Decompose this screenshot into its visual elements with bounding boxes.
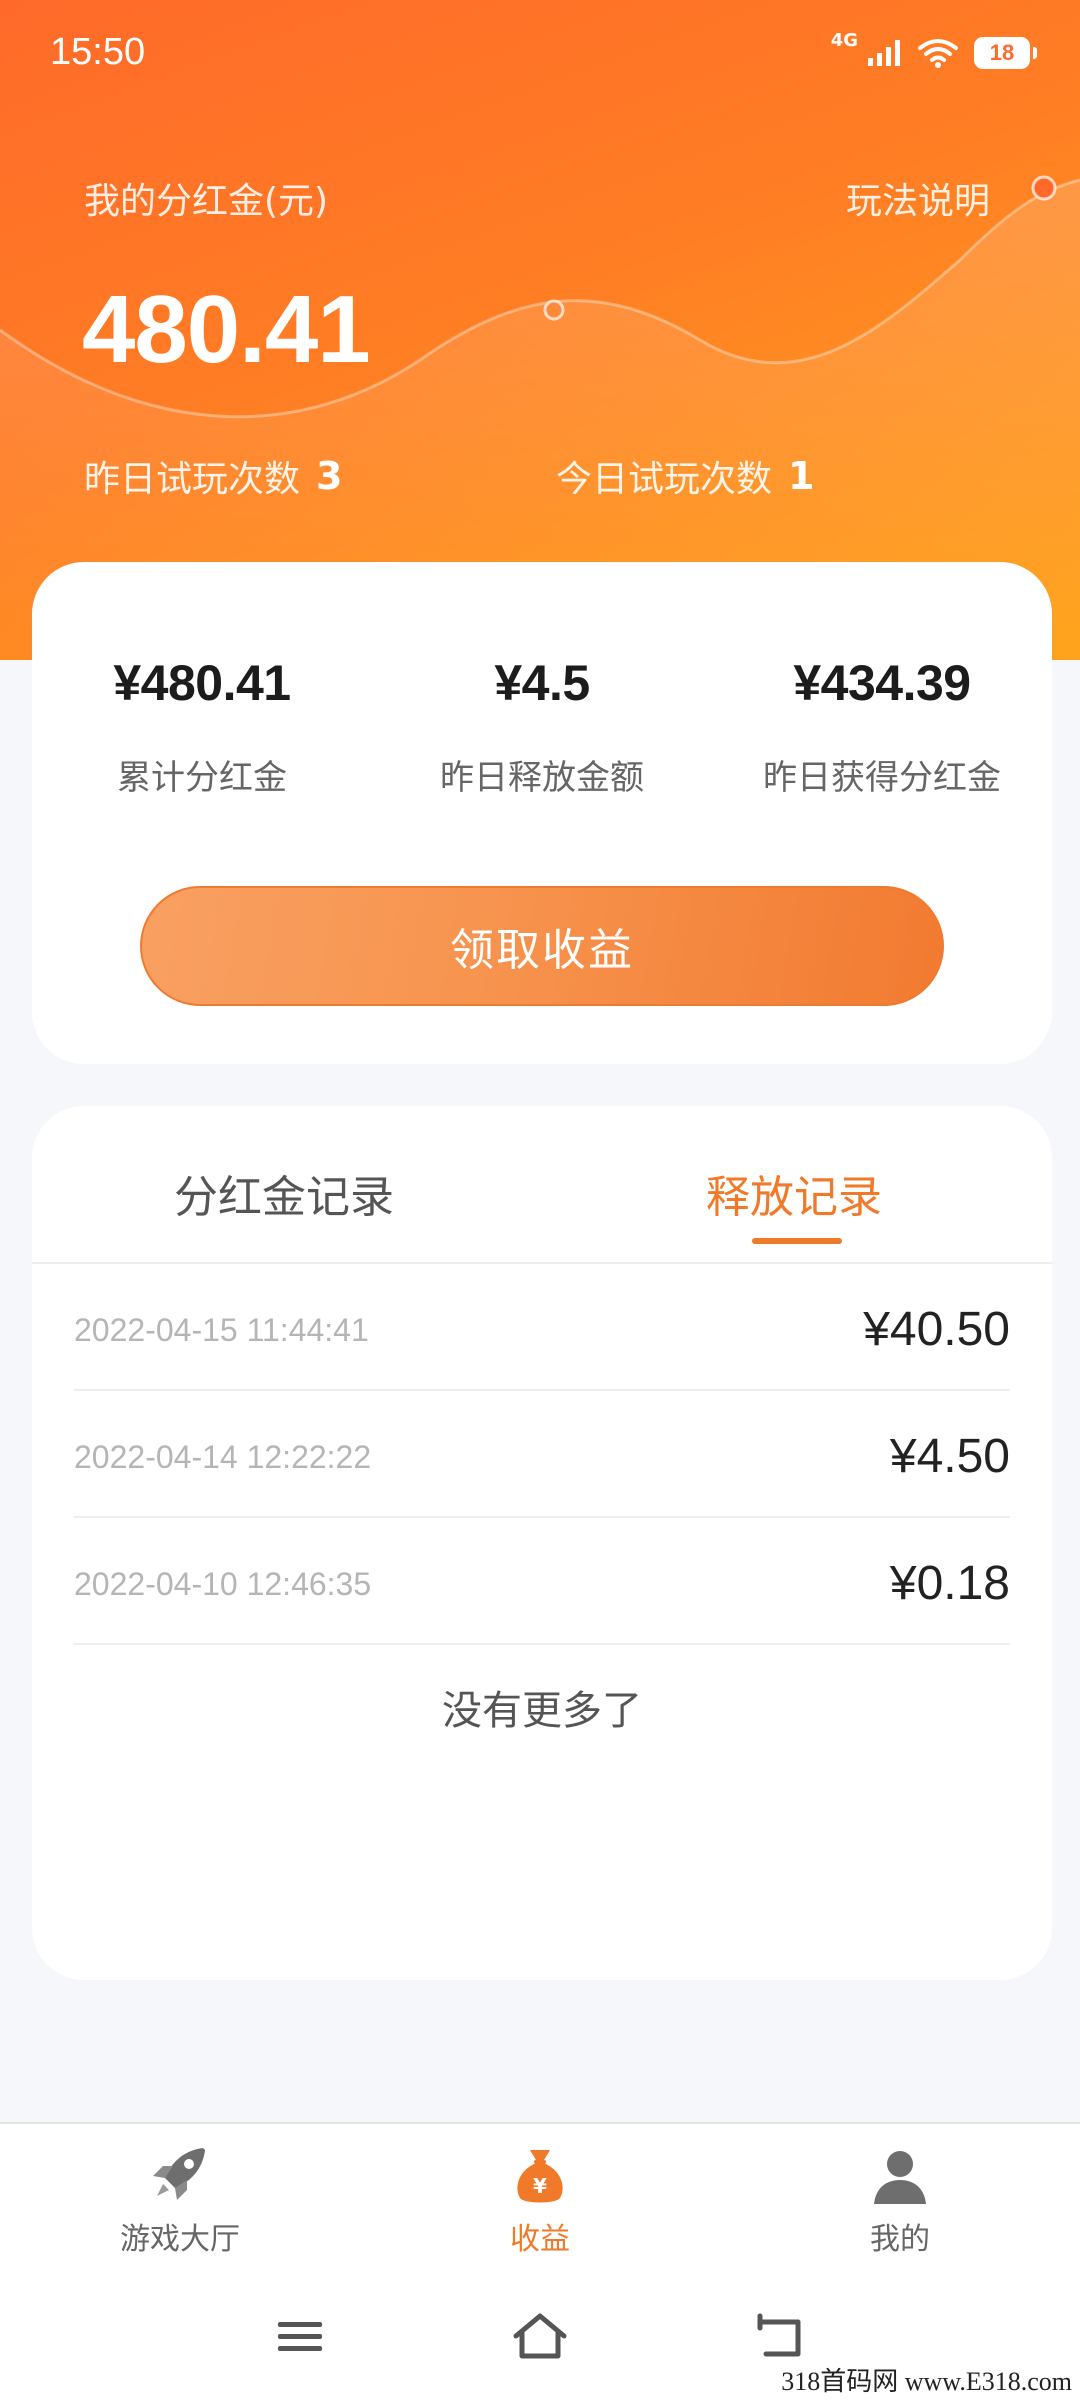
stat-total-bonus: ¥480.41 累计分红金: [32, 654, 372, 799]
stat-label: 累计分红金: [117, 758, 287, 798]
record-amount: ¥40.50: [863, 1303, 1010, 1356]
nav-label: 我的: [870, 2222, 930, 2257]
today-plays-value: 1: [788, 454, 815, 498]
stat-yesterday-release: ¥4.5 昨日释放金额: [372, 654, 712, 799]
status-time: 15:50: [50, 31, 146, 73]
record-list: 2022-04-15 11:44:41 ¥40.50 2022-04-14 12…: [74, 1264, 1010, 1645]
back-icon[interactable]: [756, 2312, 806, 2362]
list-item: 2022-04-15 11:44:41 ¥40.50: [74, 1264, 1010, 1391]
list-item: 2022-04-14 12:22:22 ¥4.50: [74, 1391, 1010, 1518]
stat-label: 昨日获得分红金: [763, 758, 1001, 798]
home-icon[interactable]: [512, 2312, 568, 2362]
record-date: 2022-04-14 12:22:22: [74, 1439, 372, 1475]
status-bar: 15:50 4G 18: [0, 0, 1080, 105]
record-date: 2022-04-10 12:46:35: [74, 1566, 372, 1602]
today-plays-label: 今日试玩次数: [556, 459, 773, 500]
network-type: 4G: [830, 30, 858, 51]
nav-item-mine[interactable]: 我的: [750, 2144, 1050, 2258]
header-banner: 15:50 4G 18 我的分红金(元) 玩法说明 480.41 昨日试玩次数: [0, 0, 1080, 660]
today-plays: 今日试玩次数 1: [556, 450, 814, 502]
yesterday-plays: 昨日试玩次数 3: [84, 450, 342, 502]
bottom-nav: 游戏大厅 ¥ 收益 我的: [0, 2122, 1080, 2284]
tab-bonus-records[interactable]: 分红金记录: [174, 1161, 394, 1225]
bonus-label: 我的分红金(元): [84, 181, 329, 222]
money-bag-icon: ¥: [517, 2150, 563, 2203]
tab-release-records[interactable]: 释放记录: [706, 1161, 882, 1225]
system-nav-bar: 318首码网 www.E318.com: [0, 2284, 1080, 2400]
wifi-icon: [918, 38, 958, 68]
nav-item-income[interactable]: ¥ 收益: [390, 2144, 690, 2258]
stat-value: ¥4.5: [494, 655, 590, 711]
claim-earnings-button[interactable]: 领取收益: [140, 886, 944, 1006]
record-amount: ¥0.18: [889, 1557, 1010, 1610]
svg-text:¥: ¥: [533, 2174, 547, 2198]
records-card: 分红金记录 释放记录 2022-04-15 11:44:41 ¥40.50 20…: [32, 1106, 1052, 1980]
active-tab-indicator: [752, 1238, 842, 1244]
yesterday-plays-value: 3: [316, 454, 343, 498]
watermark: 318首码网 www.E318.com: [773, 2359, 1080, 2400]
stat-label: 昨日释放金额: [440, 758, 644, 798]
no-more-text: 没有更多了: [442, 1688, 642, 1734]
signal-icon: [868, 39, 900, 66]
yesterday-plays-label: 昨日试玩次数: [84, 459, 301, 500]
stat-value: ¥434.39: [793, 655, 971, 711]
bonus-amount: 480.41: [82, 276, 371, 383]
records-tabs: 分红金记录 释放记录: [32, 1106, 1052, 1264]
stat-value: ¥480.41: [113, 655, 291, 711]
battery-icon: 18: [974, 36, 1037, 69]
nav-label: 收益: [510, 2222, 570, 2257]
nav-item-game-hall[interactable]: 游戏大厅: [30, 2144, 330, 2258]
rules-link[interactable]: 玩法说明: [846, 172, 990, 224]
menu-icon[interactable]: [276, 2312, 326, 2362]
nav-label: 游戏大厅: [120, 2222, 240, 2257]
battery-level: 18: [989, 39, 1015, 65]
summary-card: ¥480.41 累计分红金 ¥4.5 昨日释放金额 ¥434.39 昨日获得分红…: [32, 562, 1052, 1064]
list-item: 2022-04-10 12:46:35 ¥0.18: [74, 1518, 1010, 1645]
user-icon: [874, 2151, 926, 2204]
stat-yesterday-bonus: ¥434.39 昨日获得分红金: [712, 654, 1052, 799]
record-amount: ¥4.50: [889, 1430, 1010, 1483]
status-icons: 4G 18: [831, 30, 1037, 69]
rocket-icon: [153, 2148, 205, 2200]
record-date: 2022-04-15 11:44:41: [74, 1312, 369, 1348]
